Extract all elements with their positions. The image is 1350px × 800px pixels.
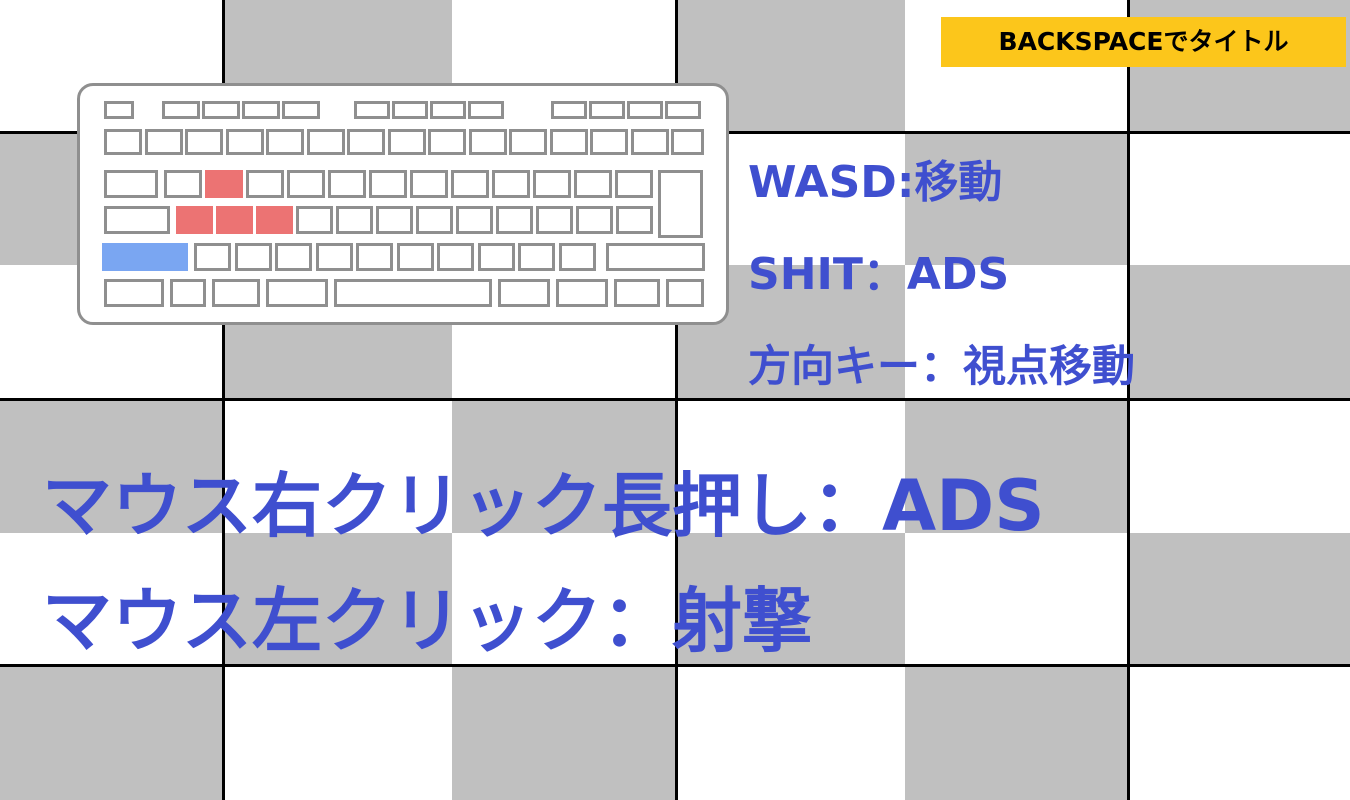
keyboard-key [225, 129, 264, 155]
key-w [205, 170, 243, 198]
keyboard-key [287, 170, 325, 198]
keyboard-key [430, 101, 466, 119]
keyboard-key [387, 129, 426, 155]
keyboard-key [558, 243, 596, 271]
checker-cell [905, 665, 1130, 800]
keyboard-key [533, 170, 571, 198]
keyboard-key [328, 170, 366, 198]
keyboard-key [665, 101, 701, 119]
checker-cell [0, 665, 222, 800]
keyboard-key [306, 129, 345, 155]
keyboard-key [492, 170, 530, 198]
control-move-label: WASD:移動 [748, 157, 1003, 208]
keyboard-key [416, 206, 453, 234]
keyboard-key [104, 206, 170, 234]
keyboard-key [266, 129, 304, 155]
key-d [256, 206, 293, 234]
keyboard-key [410, 170, 448, 198]
key-s [216, 206, 253, 234]
keyboard-key [509, 129, 547, 155]
backspace-title-hint: BACKSPACEでタイトル [941, 17, 1346, 67]
keyboard-key [456, 206, 493, 234]
keyboard-diagram [77, 83, 729, 325]
keyboard-key [498, 279, 550, 307]
keyboard-key [315, 243, 353, 271]
keyboard-key [275, 243, 312, 271]
keyboard-key [336, 206, 373, 234]
keyboard-key [468, 129, 507, 155]
keyboard-key [468, 101, 504, 119]
keyboard-key [354, 101, 390, 119]
keyboard-key [185, 129, 223, 155]
keyboard-key [194, 243, 231, 271]
keyboard-key [496, 206, 533, 234]
keyboard-key [144, 129, 183, 155]
keyboard-key [334, 279, 492, 307]
keyboard-key [627, 101, 663, 119]
keyboard-key [666, 279, 704, 307]
keyboard-key [347, 129, 385, 155]
keyboard-key [536, 206, 573, 234]
keyboard-key [451, 170, 489, 198]
keyboard-key [392, 101, 428, 119]
keyboard-key [202, 101, 240, 119]
control-right-click-label: マウス右クリック長押し：ADS [42, 465, 1045, 547]
keyboard-key [616, 206, 653, 234]
keyboard-key [428, 129, 466, 155]
keyboard-key [590, 129, 628, 155]
keyboard-key [671, 129, 704, 155]
keyboard-key [104, 101, 134, 119]
keyboard-key [556, 279, 608, 307]
keyboard-key [212, 279, 260, 307]
enter-key [658, 170, 703, 238]
keyboard-key [589, 101, 625, 119]
keyboard-key [266, 279, 328, 307]
keyboard-key [549, 129, 588, 155]
keyboard-key [242, 101, 280, 119]
keyboard-key [376, 206, 413, 234]
keyboard-key [170, 279, 206, 307]
keyboard-key [614, 279, 660, 307]
checker-cell [1130, 533, 1350, 665]
keyboard-key [518, 243, 555, 271]
keyboard-key [234, 243, 272, 271]
control-shift-label: SHIT：ADS [748, 249, 1010, 300]
key-a [176, 206, 213, 234]
keyboard-key [606, 243, 705, 271]
keyboard-key [104, 170, 158, 198]
keyboard-key [576, 206, 613, 234]
keyboard-key [296, 206, 333, 234]
control-left-click-label: マウス左クリック：射撃 [42, 580, 812, 662]
key-left-shift [102, 243, 188, 271]
keyboard-key [615, 170, 653, 198]
keyboard-key [369, 170, 407, 198]
checker-cell [452, 665, 677, 800]
keyboard-key [356, 243, 393, 271]
keyboard-key [246, 170, 284, 198]
keyboard-key [162, 101, 200, 119]
checker-cell [1130, 265, 1350, 400]
keyboard-key [574, 170, 612, 198]
keyboard-key [396, 243, 434, 271]
keyboard-key [437, 243, 474, 271]
keyboard-key [282, 101, 320, 119]
keyboard-key [630, 129, 669, 155]
keyboard-key [551, 101, 587, 119]
keyboard-key [164, 170, 202, 198]
keyboard-key [477, 243, 515, 271]
grid-line-horizontal [0, 398, 1350, 401]
control-look-label: 方向キー：視点移動 [748, 342, 1135, 392]
keyboard-key [104, 279, 164, 307]
keyboard-key [104, 129, 142, 155]
